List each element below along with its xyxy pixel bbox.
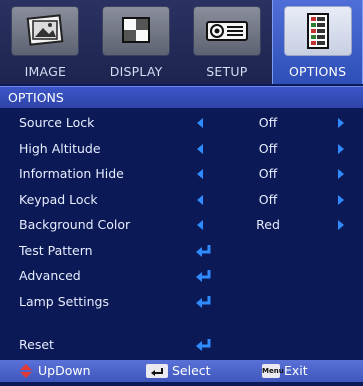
enter-icon[interactable] <box>195 295 213 309</box>
menu-item-background-color[interactable]: Background Color Red <box>0 212 363 238</box>
menu-item-high-altitude[interactable]: High Altitude Off <box>0 136 363 162</box>
menu-item-label: Background Color <box>19 217 131 232</box>
arrow-left-icon[interactable] <box>197 220 203 230</box>
menu-item-label: Keypad Lock <box>19 191 98 207</box>
projector-icon <box>192 6 261 56</box>
display-icon <box>102 6 171 56</box>
menu-key-icon: Menu <box>262 364 284 378</box>
menu-item-information-hide[interactable]: Information Hide Off <box>0 161 363 187</box>
enter-icon[interactable] <box>195 244 213 258</box>
menu-item-label: Reset <box>19 337 54 352</box>
footer-exit-label: Exit <box>284 363 308 378</box>
menu-item-value: Off <box>258 191 278 207</box>
tab-display[interactable]: DISPLAY <box>91 0 182 84</box>
arrow-right-icon[interactable] <box>338 143 344 154</box>
tab-options-label: OPTIONS <box>289 64 347 79</box>
footer-exit-hint: Menu Exit <box>262 360 308 382</box>
tab-setup-label: SETUP <box>206 64 248 79</box>
menu-item-test-pattern[interactable]: Test Pattern <box>0 238 363 264</box>
menu-item-label: Test Pattern <box>19 242 93 258</box>
footer-hint-bar: UpDown Select Menu Exit <box>0 360 363 382</box>
menu-item-label: Information Hide <box>19 166 124 181</box>
options-list-icon <box>283 6 352 56</box>
menu-item-value: Off <box>258 115 278 130</box>
menu-item-label: Advanced <box>19 268 81 283</box>
footer-select-hint: Select <box>146 360 211 382</box>
tab-image-label: IMAGE <box>24 64 67 79</box>
updown-key-icon <box>20 364 32 378</box>
footer-updown-label: UpDown <box>38 363 91 378</box>
menu-item-label: Lamp Settings <box>19 293 109 309</box>
menu-item-value: Off <box>258 166 278 181</box>
options-menu-list: Source Lock Off High Altitude Off Inform… <box>0 110 363 314</box>
menu-item-label: High Altitude <box>19 140 101 156</box>
enter-icon[interactable] <box>195 269 213 283</box>
menu-tab-bar: IMAGE DISPLAY SETUP OPTIONS <box>0 0 363 84</box>
menu-item-lamp-settings[interactable]: Lamp Settings <box>0 289 363 315</box>
tab-setup[interactable]: SETUP <box>182 0 273 84</box>
menu-item-label: Source Lock <box>19 115 95 130</box>
menu-item-source-lock[interactable]: Source Lock Off <box>0 110 363 136</box>
menu-item-reset[interactable]: Reset <box>0 332 363 358</box>
section-title: OPTIONS <box>0 86 363 108</box>
arrow-right-icon[interactable] <box>338 169 344 179</box>
tab-display-label: DISPLAY <box>109 64 163 79</box>
menu-item-keypad-lock[interactable]: Keypad Lock Off <box>0 187 363 213</box>
enter-icon[interactable] <box>195 338 213 352</box>
footer-select-label: Select <box>172 363 211 378</box>
arrow-right-icon[interactable] <box>338 220 344 230</box>
footer-updown-hint: UpDown <box>18 360 91 382</box>
tab-options[interactable]: OPTIONS <box>272 0 363 84</box>
arrow-right-icon[interactable] <box>338 194 344 205</box>
enter-key-icon <box>146 364 168 378</box>
tab-image[interactable]: IMAGE <box>0 0 91 84</box>
menu-item-value: Red <box>256 217 280 232</box>
menu-item-value: Off <box>258 140 278 156</box>
arrow-left-icon[interactable] <box>197 143 203 154</box>
arrow-left-icon[interactable] <box>197 169 203 179</box>
image-icon <box>11 6 80 56</box>
menu-item-advanced[interactable]: Advanced <box>0 263 363 289</box>
projector-osd-menu: IMAGE DISPLAY SETUP OPTIONS OPTIONS Sour… <box>0 0 363 382</box>
arrow-left-icon[interactable] <box>197 118 203 128</box>
arrow-right-icon[interactable] <box>338 118 344 128</box>
arrow-left-icon[interactable] <box>197 194 203 205</box>
